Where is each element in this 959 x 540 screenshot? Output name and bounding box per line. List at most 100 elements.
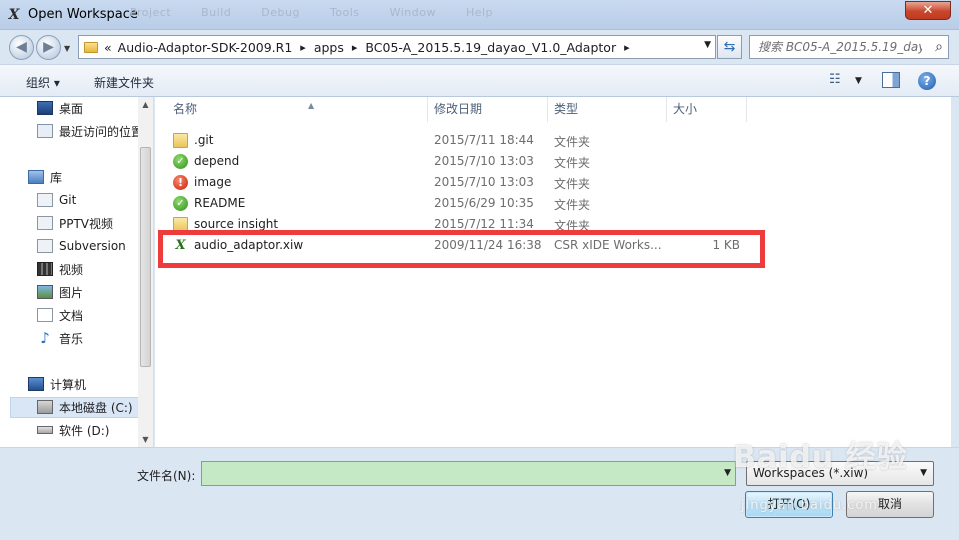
annotation-highlight-box xyxy=(158,230,765,268)
scroll-down-icon[interactable]: ▼ xyxy=(138,432,153,447)
search-icon[interactable]: ⌕ xyxy=(935,39,943,55)
recent-locations-dropdown[interactable]: ▼ xyxy=(64,44,70,53)
title-bar: X Open Workspace Project Build Debug Too… xyxy=(0,0,959,30)
chevron-down-icon[interactable]: ▼ xyxy=(920,462,927,485)
cancel-button[interactable]: 取消 xyxy=(846,491,934,518)
file-name: README xyxy=(194,196,246,210)
filename-combo[interactable]: ▼ xyxy=(201,461,736,486)
nav-item-subversion[interactable]: Subversion xyxy=(37,236,126,256)
file-row-git[interactable]: .git 2015/7/11 18:44 文件夹 xyxy=(167,130,757,151)
file-type: 文件夹 xyxy=(554,198,591,212)
file-type: 文件夹 xyxy=(554,156,591,170)
refresh-icon: ⇆ xyxy=(723,39,736,55)
file-modified: 2015/7/11 18:44 xyxy=(434,133,534,147)
nav-item-documents[interactable]: 文档 xyxy=(37,305,83,325)
nav-item-computer[interactable]: 计算机 xyxy=(28,374,86,394)
preview-pane-icon[interactable] xyxy=(882,72,900,88)
window-title: Open Workspace xyxy=(28,7,138,22)
nav-item-label: 库 xyxy=(50,170,63,185)
breadcrumb-current-folder[interactable]: BC05-A_2015.5.19_dayao_V1.0_Adaptor xyxy=(365,40,616,55)
nav-item-label: 音乐 xyxy=(59,331,84,346)
bg-menu-window: Window xyxy=(389,6,436,19)
nav-item-music[interactable]: ♪ 音乐 xyxy=(37,328,83,348)
close-button[interactable]: ✕ xyxy=(905,1,951,20)
nav-item-label: Git xyxy=(59,193,77,207)
video-library-icon xyxy=(37,216,53,230)
open-button[interactable]: 打开(O) xyxy=(745,491,833,518)
breadcrumb-separator-icon[interactable]: ▸ xyxy=(352,41,358,54)
nav-item-pictures[interactable]: 图片 xyxy=(37,282,83,302)
music-icon: ♪ xyxy=(40,329,50,347)
nav-item-label: 计算机 xyxy=(50,377,87,392)
refresh-button[interactable]: ⇆ xyxy=(717,35,742,59)
bg-menu-debug: Debug xyxy=(261,6,300,19)
folder-svn-conflict-icon: ! xyxy=(173,175,188,190)
scrollbar-thumb[interactable] xyxy=(140,147,151,367)
file-row-readme[interactable]: ✓ README 2015/6/29 10:35 文件夹 xyxy=(167,193,757,214)
file-row-image[interactable]: ! image 2015/7/10 13:03 文件夹 xyxy=(167,172,757,193)
filetype-value: Workspaces (*.xiw) xyxy=(753,466,869,480)
nav-item-recent-places[interactable]: 最近访问的位置 xyxy=(37,121,143,141)
file-type: 文件夹 xyxy=(554,135,591,149)
nav-item-pptv[interactable]: PPTV视频 xyxy=(37,213,113,233)
folder-svn-ok-icon: ✓ xyxy=(173,196,188,211)
bg-menu-tools: Tools xyxy=(329,6,360,19)
background-menubar: Project Build Debug Tools Window Help xyxy=(130,6,493,19)
file-name: depend xyxy=(194,154,240,168)
nav-item-git[interactable]: Git xyxy=(37,190,76,210)
organize-button[interactable]: 组织 ▾ xyxy=(26,74,60,91)
back-button[interactable]: ◀ xyxy=(9,35,34,60)
breadcrumb-apps[interactable]: apps xyxy=(314,40,344,55)
file-type: 文件夹 xyxy=(554,177,591,191)
column-header-name[interactable]: 名称 ▲ xyxy=(167,97,428,122)
scroll-up-icon[interactable]: ▲ xyxy=(138,97,153,112)
file-modified: 2015/7/12 11:34 xyxy=(434,217,534,231)
forward-button[interactable]: ▶ xyxy=(36,35,61,60)
desktop-icon xyxy=(37,101,53,115)
search-input[interactable] xyxy=(750,36,922,58)
filename-label: 文件名(N): xyxy=(137,469,196,483)
filename-field[interactable] xyxy=(202,462,712,485)
filetype-select[interactable]: Workspaces (*.xiw) ▼ xyxy=(746,461,934,486)
breadcrumb-sdk[interactable]: Audio-Adaptor-SDK-2009.R1 xyxy=(118,40,293,55)
dialog-footer: 文件名(N): ▼ Workspaces (*.xiw) ▼ 打开(O) 取消 xyxy=(0,447,959,540)
file-name: .git xyxy=(194,133,214,147)
nav-item-label: 图片 xyxy=(59,285,84,300)
libraries-icon xyxy=(28,170,44,184)
file-name: image xyxy=(194,175,232,189)
nav-item-label: 最近访问的位置 xyxy=(59,124,144,139)
change-view-icon[interactable]: ☷ xyxy=(829,72,841,87)
address-dropdown-icon[interactable]: ▼ xyxy=(704,40,711,50)
column-type-label: 类型 xyxy=(554,102,579,116)
nav-item-label: 软件 (D:) xyxy=(59,423,110,438)
address-row: ◀ ▶ ▼ « Audio-Adaptor-SDK-2009.R1 ▸ apps… xyxy=(0,30,959,62)
nav-item-videos[interactable]: 视频 xyxy=(37,259,83,279)
view-options-dropdown-icon[interactable]: ▼ xyxy=(855,76,862,86)
search-box[interactable]: ⌕ xyxy=(749,35,949,59)
column-header-size[interactable]: 大小 xyxy=(667,97,747,122)
bg-menu-build: Build xyxy=(201,6,232,19)
column-header-type[interactable]: 类型 xyxy=(548,97,667,122)
column-name-label: 名称 xyxy=(173,102,198,116)
help-icon[interactable]: ? xyxy=(918,72,936,90)
nav-item-desktop[interactable]: 桌面 xyxy=(37,98,83,118)
folder-icon xyxy=(173,133,188,148)
breadcrumb-separator-icon[interactable]: ▸ xyxy=(300,41,306,54)
file-modified: 2015/7/10 13:03 xyxy=(434,154,534,168)
column-header-modified[interactable]: 修改日期 xyxy=(428,97,548,122)
file-row-depend[interactable]: ✓ depend 2015/7/10 13:03 文件夹 xyxy=(167,151,757,172)
nav-item-local-disk-c[interactable]: 本地磁盘 (C:) xyxy=(37,397,133,417)
nav-scrollbar[interactable]: ▲ ▼ xyxy=(138,97,153,447)
bg-menu-help: Help xyxy=(465,6,494,19)
nav-item-libraries[interactable]: 库 xyxy=(28,167,62,187)
nav-item-label: 文档 xyxy=(59,308,84,323)
nav-item-drive-d[interactable]: 软件 (D:) xyxy=(37,420,109,440)
breadcrumb-separator-icon[interactable]: ▸ xyxy=(624,41,630,54)
address-bar[interactable]: « Audio-Adaptor-SDK-2009.R1 ▸ apps ▸ BC0… xyxy=(78,35,716,59)
nav-item-label: 桌面 xyxy=(59,101,84,116)
bg-menu-project: Project xyxy=(130,6,172,19)
new-folder-button[interactable]: 新建文件夹 xyxy=(94,74,154,91)
breadcrumb-overflow[interactable]: « xyxy=(104,40,112,55)
computer-icon xyxy=(28,377,44,391)
filename-dropdown-icon[interactable]: ▼ xyxy=(724,468,731,478)
